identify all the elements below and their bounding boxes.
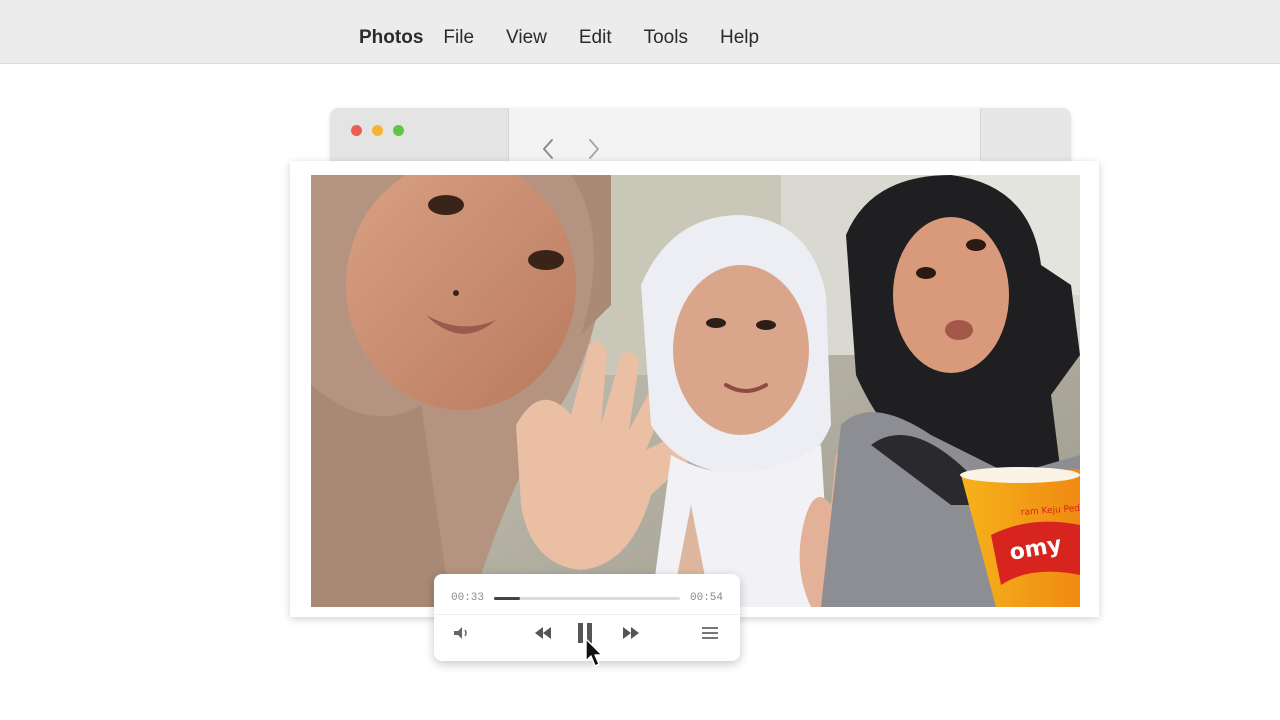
photo-frame: omy ram Keju Peda (290, 161, 1099, 617)
mouse-cursor-icon (585, 638, 603, 667)
progress-fill (494, 597, 521, 600)
photo-image[interactable]: omy ram Keju Peda (311, 175, 1080, 607)
playlist-button[interactable] (696, 620, 724, 646)
close-window-button[interactable] (351, 125, 362, 136)
menu-edit[interactable]: Edit (579, 27, 612, 49)
fast-forward-icon (623, 627, 639, 639)
current-time: 00:33 (451, 592, 485, 604)
rewind-icon (535, 627, 551, 639)
progress-track[interactable] (494, 597, 680, 600)
player-divider (434, 614, 740, 615)
total-time: 00:54 (690, 592, 724, 604)
rewind-button[interactable] (529, 620, 557, 646)
app-name-menu[interactable]: Photos (359, 27, 423, 49)
maximize-window-button[interactable] (393, 125, 404, 136)
volume-button[interactable] (448, 620, 476, 646)
playlist-icon (702, 627, 718, 639)
volume-icon (454, 627, 467, 639)
menu-view[interactable]: View (506, 27, 547, 49)
chevron-left-icon[interactable] (536, 136, 562, 162)
menu-file[interactable]: File (443, 27, 474, 49)
menu-bar: Photos File View Edit Tools Help (0, 0, 1280, 64)
selfie-photo-illustration: omy ram Keju Peda (311, 175, 1080, 607)
chevron-right-icon[interactable] (580, 136, 606, 162)
fast-forward-button[interactable] (617, 620, 645, 646)
menu-tools[interactable]: Tools (644, 27, 688, 49)
menu-items: Photos File View Edit Tools Help (359, 27, 759, 49)
menu-help[interactable]: Help (720, 27, 759, 49)
minimize-window-button[interactable] (372, 125, 383, 136)
